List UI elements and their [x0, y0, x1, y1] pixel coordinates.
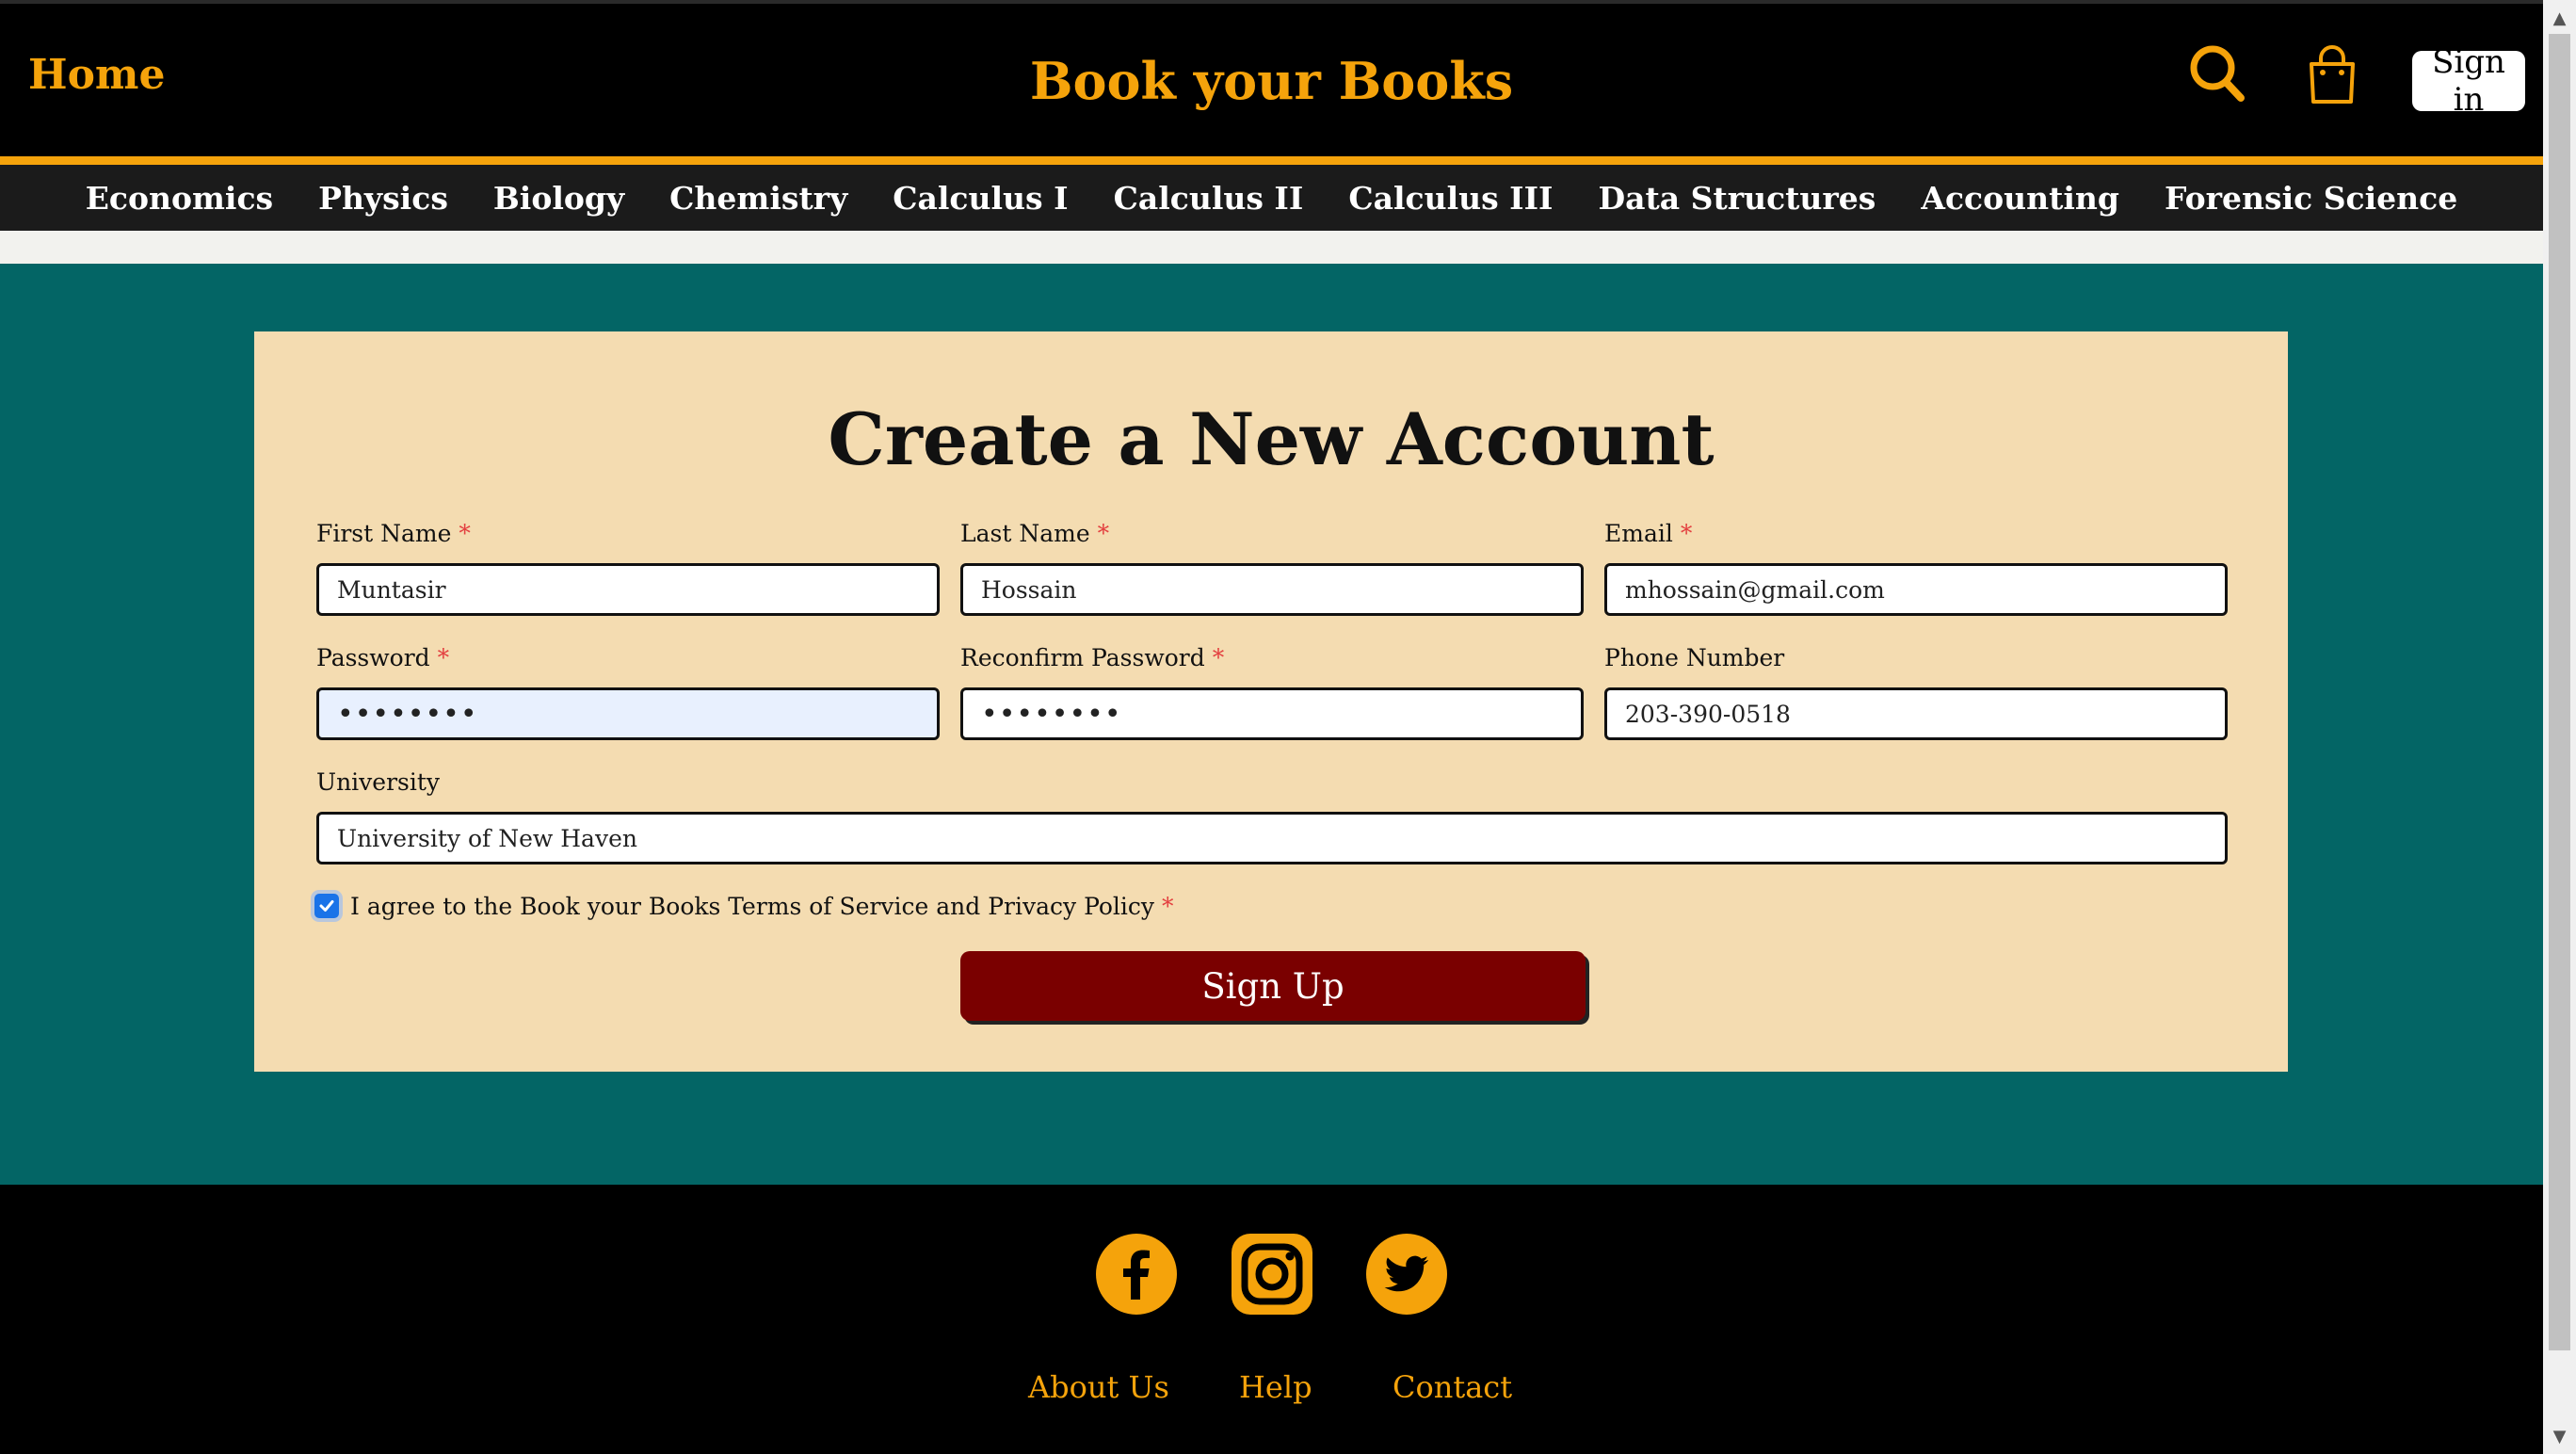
password-label: Password * [316, 644, 450, 671]
main-content: Create a New Account First Name * Muntasi… [0, 264, 2543, 1185]
footer-link-help[interactable]: Help [1239, 1369, 1312, 1405]
nav-item-chemistry[interactable]: Chemistry [669, 180, 847, 217]
vertical-scrollbar[interactable]: ▲ ▼ [2543, 0, 2576, 1454]
nav-item-biology[interactable]: Biology [493, 180, 624, 217]
required-marker: * [1680, 520, 1693, 547]
nav-item-forensic-science[interactable]: Forensic Science [2165, 180, 2457, 217]
required-marker: * [1097, 520, 1110, 547]
footer-link-about-us[interactable]: About Us [1028, 1369, 1169, 1405]
required-marker: * [1212, 644, 1225, 671]
scroll-down-arrow-icon[interactable]: ▼ [2543, 1422, 2576, 1450]
phone-label: Phone Number [1604, 644, 1785, 671]
nav-spacer [0, 231, 2543, 264]
site-header: Home Book your Books Sign in [0, 4, 2543, 156]
nav-item-economics[interactable]: Economics [86, 180, 273, 217]
footer-link-contact[interactable]: Contact [1393, 1369, 1512, 1405]
search-icon[interactable] [2186, 41, 2248, 107]
sign-in-button[interactable]: Sign in [2412, 43, 2525, 119]
shopping-bag-icon[interactable] [2307, 43, 2358, 109]
scrollbar-thumb[interactable] [2549, 34, 2570, 1350]
nav-item-accounting[interactable]: Accounting [1921, 180, 2119, 217]
site-footer: About Us Help Contact [0, 1185, 2543, 1454]
brand-title: Book your Books [1029, 51, 1514, 111]
last-name-field[interactable]: Hossain [960, 563, 1584, 616]
password-field[interactable]: •••••••• [316, 687, 940, 740]
instagram-icon[interactable] [1232, 1234, 1312, 1315]
facebook-icon[interactable] [1096, 1234, 1177, 1315]
sign-up-button[interactable]: Sign Up [960, 951, 1586, 1021]
university-field[interactable]: University of New Haven [316, 812, 2228, 864]
signup-card: Create a New Account First Name * Muntasi… [254, 331, 2288, 1072]
terms-checkbox[interactable] [314, 894, 339, 918]
university-label: University [316, 768, 441, 796]
required-marker: * [437, 644, 450, 671]
nav-item-calculus-3[interactable]: Calculus III [1348, 180, 1553, 217]
phone-field[interactable]: 203-390-0518 [1604, 687, 2228, 740]
required-marker: * [459, 520, 471, 547]
scroll-up-arrow-icon[interactable]: ▲ [2543, 4, 2576, 32]
last-name-label: Last Name * [960, 520, 1110, 547]
page: Home Book your Books Sign in Economics P… [0, 0, 2543, 1454]
twitter-icon[interactable] [1366, 1234, 1447, 1315]
subject-nav: Economics Physics Biology Chemistry Calc… [0, 165, 2543, 231]
first-name-label: First Name * [316, 520, 471, 547]
checkmark-icon [319, 900, 334, 912]
first-name-field[interactable]: Muntasir [316, 563, 940, 616]
required-marker: * [1162, 893, 1174, 920]
reconfirm-password-field[interactable]: •••••••• [960, 687, 1584, 740]
nav-item-calculus-1[interactable]: Calculus I [893, 180, 1068, 217]
nav-item-calculus-2[interactable]: Calculus II [1114, 180, 1304, 217]
terms-label: I agree to the Book your Books Terms of … [350, 893, 1174, 920]
header-divider [0, 156, 2543, 165]
email-field[interactable]: mhossain@gmail.com [1604, 563, 2228, 616]
nav-item-data-structures[interactable]: Data Structures [1599, 180, 1876, 217]
reconfirm-password-label: Reconfirm Password * [960, 644, 1225, 671]
form-title: Create a New Account [828, 397, 1715, 481]
nav-item-physics[interactable]: Physics [318, 180, 448, 217]
email-label: Email * [1604, 520, 1693, 547]
